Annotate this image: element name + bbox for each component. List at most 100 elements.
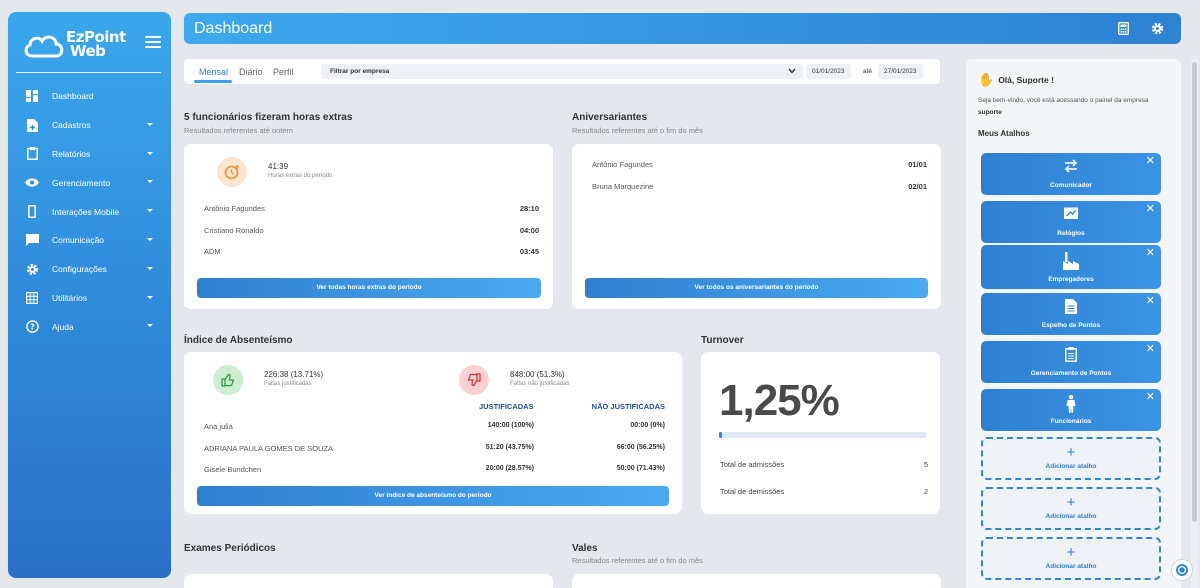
shortcut-funcionarios[interactable]: ✕ Funcionários (981, 389, 1161, 431)
sidebar-item-label: Cadastros (52, 120, 91, 131)
row-justified: 51:20 (43.75%) (485, 444, 534, 451)
view-birthdays-button[interactable]: Ver todos os aniversariantes do período (585, 278, 928, 298)
chevron-down-icon (147, 324, 153, 328)
row-justified: 140:00 (100%) (487, 422, 534, 429)
table-row: Ana julia (204, 422, 665, 431)
row-justified: 20:00 (28.57%) (485, 465, 534, 472)
row-value: 01/01 (908, 160, 927, 169)
company-filter-select[interactable]: Filtrar por empresa (321, 64, 803, 79)
turnover-value: 1,25% (719, 376, 840, 425)
table-row: Gisele Bundchen (204, 465, 665, 474)
admissions-label: Total de admissões (720, 460, 785, 469)
overtime-clock-icon (217, 157, 247, 187)
company-filter-placeholder: Filtrar por empresa (330, 68, 390, 75)
logo[interactable]: EzPoint Web (22, 26, 132, 70)
admissions-row: Total de admissões 5 (720, 460, 928, 469)
shortcut-comunicador[interactable]: ✕ Comunicador (981, 153, 1161, 195)
chevron-down-icon (788, 68, 796, 74)
row-name: ADM (204, 247, 221, 256)
tab-perfil[interactable]: Perfil (273, 67, 294, 77)
add-shortcut-button[interactable]: + Adicionar atalho (981, 437, 1161, 480)
shortcut-label: Relógios (1057, 230, 1085, 237)
row-unjustified: 50:00 (71.43%) (616, 465, 665, 472)
arrows-icon (1063, 159, 1079, 178)
tab-mensal[interactable]: Mensal (199, 67, 228, 77)
sidebar-item-gerenciamento[interactable]: Gerenciamento (8, 168, 171, 197)
page-title: Dashboard (194, 20, 273, 37)
settings-gear-icon[interactable] (1151, 22, 1164, 40)
greeting-text: Olá, Suporte ! (998, 75, 1054, 85)
panel-scrollbar[interactable] (1191, 59, 1198, 588)
shortcut-relogios[interactable]: ✕ Relógios (981, 201, 1161, 243)
turnover-progress-bar (719, 432, 927, 438)
calculator-icon[interactable] (1117, 21, 1130, 40)
scrollbar-thumb[interactable] (1192, 62, 1197, 522)
shortcut-label: Comunicador (1050, 182, 1092, 189)
table-row: Antônio Fagundes 28:10 (204, 204, 539, 213)
sidebar-item-configuracoes[interactable]: Configurações (8, 255, 171, 284)
sidebar-item-relatorios[interactable]: Relatórios (8, 140, 171, 169)
shortcut-label: Gerenciamento de Pontos (1030, 370, 1112, 377)
sidebar-item-ajuda[interactable]: ? Ajuda (8, 312, 171, 341)
chevron-down-icon (147, 266, 153, 270)
view-overtime-button[interactable]: Ver todas horas extras do período (197, 278, 541, 298)
table-row: Bruna Marquezine 02/01 (592, 182, 927, 191)
cloud-icon (24, 35, 64, 58)
sidebar-item-dashboard[interactable]: Dashboard (8, 82, 171, 111)
mobile-icon (25, 205, 39, 219)
row-name: Cristiano Ronaldo (204, 226, 264, 235)
logo-text: EzPoint Web (66, 30, 126, 59)
vales-subtitle: Resultados referentes até o fim do mês (572, 556, 703, 565)
dismissals-value: 2 (923, 487, 928, 496)
remove-shortcut-icon[interactable]: ✕ (1146, 204, 1155, 215)
row-unjustified: 66:00 (56.25%) (616, 444, 665, 451)
menu-toggle-icon[interactable] (145, 36, 161, 48)
header-bar: Dashboard (184, 13, 1181, 44)
row-name: Ana julia (204, 422, 233, 431)
clipboard-icon (25, 147, 39, 161)
sidebar-item-label: Dashboard (52, 91, 94, 102)
chat-icon (25, 233, 39, 247)
remove-shortcut-icon[interactable]: ✕ (1146, 344, 1155, 355)
add-shortcut-button[interactable]: + Adicionar atalho (981, 487, 1161, 530)
birthdays-subtitle: Resultados referentes até o fim do mês (572, 126, 703, 135)
add-shortcut-button[interactable]: + Adicionar atalho (981, 537, 1161, 580)
filter-bar: Mensal Diário Perfil Filtrar por empresa… (184, 59, 940, 84)
tab-diario[interactable]: Diário (239, 67, 263, 77)
dismissals-row: Total de demissões 2 (720, 487, 928, 496)
support-widget-button[interactable] (1171, 559, 1193, 581)
vales-title: Vales (572, 543, 598, 554)
chevron-down-icon (147, 122, 153, 126)
file-plus-icon (25, 118, 39, 132)
view-absenteeism-button[interactable]: Ver índice de absenteísmo do período (197, 486, 669, 506)
shortcut-espelho-de-pontos[interactable]: ✕ Espelho de Pontos (981, 293, 1161, 335)
shortcut-empregadores[interactable]: ✕ Empregadores (981, 245, 1161, 289)
remove-shortcut-icon[interactable]: ✕ (1146, 248, 1155, 259)
chevron-down-icon (147, 295, 153, 299)
clock-device-icon (1064, 207, 1079, 225)
date-to-input[interactable]: 27/01/2023 (878, 64, 923, 79)
sidebar-item-interacoes-mobile[interactable]: Interações Mobile (8, 197, 171, 226)
vales-card (572, 574, 941, 588)
shortcut-gerenciamento-de-pontos[interactable]: ✕ Gerenciamento de Pontos (981, 341, 1161, 383)
table-row: ADM 03:45 (204, 247, 539, 256)
birthdays-title: Aniversariantes (572, 112, 648, 123)
shortcut-label: Espelho de Pontos (1041, 322, 1101, 329)
sidebar-item-label: Configurações (52, 264, 107, 275)
sidebar-item-comunicacao[interactable]: Comunicação (8, 226, 171, 255)
sidebar-item-label: Relatórios (52, 148, 91, 159)
support-icon (1176, 564, 1188, 576)
remove-shortcut-icon[interactable]: ✕ (1146, 156, 1155, 167)
remove-shortcut-icon[interactable]: ✕ (1146, 392, 1155, 403)
date-from-input[interactable]: 01/01/2023 (806, 64, 851, 79)
greeting: ✋ Olá, Suporte ! (978, 72, 1054, 88)
remove-shortcut-icon[interactable]: ✕ (1146, 296, 1155, 307)
column-header-justified: JUSTIFICADAS (479, 402, 534, 411)
sidebar-item-utilitarios[interactable]: Utilitários (8, 284, 171, 313)
document-icon (1065, 299, 1077, 319)
row-value: 04:00 (519, 226, 539, 235)
turnover-title: Turnover (701, 335, 744, 346)
overtime-title: 5 funcionários fizeram horas extras (184, 112, 353, 123)
chevron-down-icon (147, 237, 153, 241)
sidebar-item-cadastros[interactable]: Cadastros (8, 111, 171, 140)
